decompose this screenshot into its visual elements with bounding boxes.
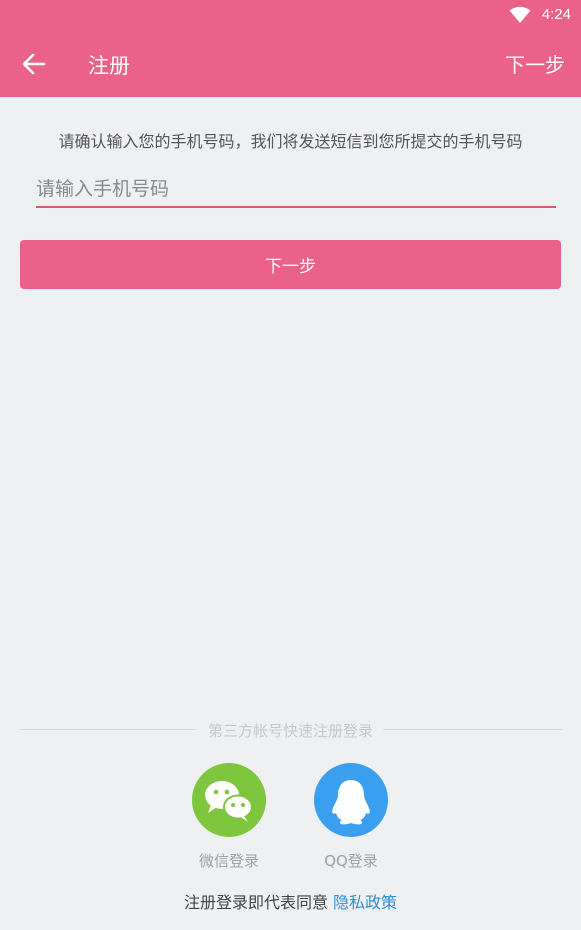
third-party-label: 第三方帐号快速注册登录	[207, 722, 373, 740]
qq-login-label: QQ登录	[324, 852, 378, 870]
qq-login-button[interactable]	[314, 763, 388, 837]
third-party-divider: 第三方帐号快速注册登录	[18, 718, 563, 740]
wechat-login-label: 微信登录	[198, 852, 259, 870]
phone-number-input[interactable]	[36, 172, 556, 208]
wechat-icon	[205, 781, 253, 822]
agreement-text: 注册登录即代表同意 隐私政策	[0, 889, 581, 913]
status-time: 4:24	[541, 6, 571, 23]
qq-penguin-icon	[332, 780, 370, 825]
page-title: 注册	[88, 54, 130, 78]
privacy-policy-link[interactable]: 隐私政策	[333, 893, 397, 912]
next-step-button[interactable]: 下一步	[20, 240, 561, 289]
next-step-action[interactable]: 下一步	[505, 49, 565, 78]
arrow-left-icon[interactable]	[20, 50, 48, 78]
wifi-icon	[509, 6, 531, 23]
status-bar: 4:24	[0, 0, 581, 30]
agreement-prefix: 注册登录即代表同意	[183, 893, 334, 912]
app-bar: 注册 下一步	[0, 30, 581, 97]
wechat-login-button[interactable]	[192, 763, 266, 837]
phone-hint-text: 请确认输入您的手机号码，我们将发送短信到您所提交的手机号码	[58, 132, 523, 151]
